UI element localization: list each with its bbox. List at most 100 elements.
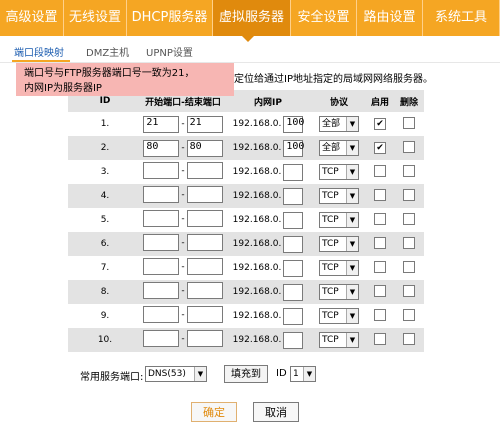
start-port-input[interactable] bbox=[143, 258, 180, 275]
row-ip: 192.168.0. bbox=[224, 184, 312, 208]
ip-last-octet-input[interactable] bbox=[283, 331, 304, 349]
ip-prefix: 192.168.0. bbox=[232, 167, 282, 177]
delete-checkbox[interactable] bbox=[403, 140, 415, 153]
enable-checkbox[interactable]: ✔ bbox=[374, 118, 386, 130]
table-row: 7. - 192.168.0. TCP ▼ bbox=[68, 256, 424, 280]
delete-checkbox[interactable] bbox=[403, 212, 415, 225]
ip-last-octet-input[interactable] bbox=[283, 235, 304, 253]
subtab-port-range-mapping[interactable]: 端口段映射 bbox=[14, 44, 64, 59]
row-id: 7. bbox=[68, 256, 142, 280]
ok-button[interactable]: 确定 bbox=[191, 402, 237, 422]
end-port-input[interactable] bbox=[186, 162, 223, 179]
start-port-input[interactable] bbox=[143, 162, 180, 179]
ip-last-octet-input[interactable] bbox=[283, 259, 304, 277]
ip-prefix: 192.168.0. bbox=[232, 335, 282, 345]
end-port-input[interactable] bbox=[186, 210, 223, 227]
header-enable: 启用 bbox=[366, 90, 394, 112]
nav-item-2[interactable]: DHCP服务器 bbox=[127, 0, 213, 36]
ip-last-octet-input[interactable] bbox=[283, 307, 304, 325]
row-protocol: 全部 ▼ bbox=[312, 112, 366, 136]
end-port-input[interactable]: 80 bbox=[186, 139, 223, 157]
delete-checkbox[interactable] bbox=[403, 284, 415, 297]
enable-checkbox[interactable] bbox=[374, 260, 386, 273]
delete-checkbox[interactable] bbox=[403, 188, 415, 201]
enable-checkbox[interactable]: ✔ bbox=[374, 142, 386, 154]
start-port-input[interactable]: 21 bbox=[143, 115, 180, 133]
start-port-input[interactable] bbox=[143, 210, 180, 227]
nav-item-1[interactable]: 无线设置 bbox=[64, 0, 127, 36]
row-id: 9. bbox=[68, 304, 142, 328]
enable-checkbox[interactable] bbox=[374, 236, 386, 249]
end-port-input[interactable] bbox=[186, 282, 223, 299]
end-port-input[interactable] bbox=[186, 258, 223, 275]
row-ports: - bbox=[142, 256, 224, 280]
hint-line-1: 端口号与FTP服务器端口号一致为21， bbox=[24, 68, 195, 79]
start-port-input[interactable] bbox=[143, 282, 180, 299]
enable-checkbox[interactable] bbox=[374, 212, 386, 225]
protocol-value: TCP bbox=[322, 239, 339, 249]
nav-item-6[interactable]: 系统工具 bbox=[423, 0, 500, 36]
delete-checkbox[interactable] bbox=[403, 332, 415, 345]
header-delete: 删除 bbox=[394, 90, 424, 112]
protocol-select[interactable]: 全部 ▼ bbox=[319, 140, 359, 156]
dropdown-arrow-icon: ▼ bbox=[303, 367, 315, 381]
end-port-input[interactable] bbox=[186, 306, 223, 323]
ip-last-octet-input[interactable] bbox=[283, 211, 304, 229]
protocol-select[interactable]: TCP ▼ bbox=[319, 164, 359, 180]
port-separator: - bbox=[181, 285, 185, 296]
start-port-input[interactable]: 80 bbox=[143, 139, 180, 157]
start-port-input[interactable] bbox=[143, 186, 180, 203]
enable-checkbox[interactable] bbox=[374, 188, 386, 201]
table-row: 10. - 192.168.0. TCP ▼ bbox=[68, 328, 424, 352]
enable-checkbox[interactable] bbox=[374, 284, 386, 297]
protocol-value: TCP bbox=[322, 287, 339, 297]
end-port-input[interactable] bbox=[186, 186, 223, 203]
dropdown-arrow-icon: ▼ bbox=[346, 309, 358, 323]
page-description: 定位给通过IP地址指定的局域网网络服务器。 bbox=[234, 74, 433, 85]
protocol-select[interactable]: TCP ▼ bbox=[319, 260, 359, 276]
protocol-select[interactable]: TCP ▼ bbox=[319, 332, 359, 348]
delete-checkbox[interactable] bbox=[403, 260, 415, 273]
row-delete bbox=[394, 208, 424, 232]
enable-checkbox[interactable] bbox=[374, 308, 386, 321]
row-id: 5. bbox=[68, 208, 142, 232]
enable-checkbox[interactable] bbox=[374, 164, 386, 177]
protocol-select[interactable]: TCP ▼ bbox=[319, 236, 359, 252]
port-separator: - bbox=[181, 213, 185, 224]
nav-item-4[interactable]: 安全设置 bbox=[291, 0, 357, 36]
ip-last-octet-input[interactable] bbox=[283, 283, 304, 301]
protocol-value: 全部 bbox=[322, 119, 341, 129]
nav-item-0[interactable]: 高级设置 bbox=[0, 0, 64, 36]
cancel-button[interactable]: 取消 bbox=[253, 402, 299, 422]
fill-to-button[interactable]: 填充到 bbox=[224, 365, 268, 383]
subtab-dmz-host[interactable]: DMZ主机 bbox=[86, 44, 129, 59]
protocol-select[interactable]: TCP ▼ bbox=[319, 308, 359, 324]
end-port-input[interactable] bbox=[186, 330, 223, 347]
start-port-input[interactable] bbox=[143, 330, 180, 347]
delete-checkbox[interactable] bbox=[403, 116, 415, 129]
subtab-upnp[interactable]: UPNP设置 bbox=[146, 44, 193, 59]
enable-checkbox[interactable] bbox=[374, 332, 386, 345]
end-port-input[interactable]: 21 bbox=[186, 115, 223, 133]
table-row: 1. 21-21 192.168.0. 100 全部 ▼ ✔ bbox=[68, 112, 424, 136]
ip-last-octet-input[interactable] bbox=[283, 187, 304, 205]
protocol-select[interactable]: TCP ▼ bbox=[319, 188, 359, 204]
end-port-input[interactable] bbox=[186, 234, 223, 251]
start-port-input[interactable] bbox=[143, 306, 180, 323]
ip-last-octet-input[interactable]: 100 bbox=[283, 115, 304, 133]
nav-item-5[interactable]: 路由设置 bbox=[357, 0, 423, 36]
start-port-input[interactable] bbox=[143, 234, 180, 251]
nav-item-3[interactable]: 虚拟服务器 bbox=[213, 0, 291, 36]
ip-last-octet-input[interactable] bbox=[283, 163, 304, 181]
protocol-select[interactable]: TCP ▼ bbox=[319, 284, 359, 300]
delete-checkbox[interactable] bbox=[403, 236, 415, 249]
row-protocol: TCP ▼ bbox=[312, 208, 366, 232]
common-service-select[interactable]: DNS(53) ▼ bbox=[145, 366, 207, 382]
protocol-select[interactable]: TCP ▼ bbox=[319, 212, 359, 228]
protocol-select[interactable]: 全部 ▼ bbox=[319, 116, 359, 132]
fill-id-select[interactable]: 1 ▼ bbox=[290, 366, 316, 382]
delete-checkbox[interactable] bbox=[403, 164, 415, 177]
delete-checkbox[interactable] bbox=[403, 308, 415, 321]
ip-last-octet-input[interactable]: 100 bbox=[283, 139, 304, 157]
dropdown-arrow-icon: ▼ bbox=[346, 333, 358, 347]
